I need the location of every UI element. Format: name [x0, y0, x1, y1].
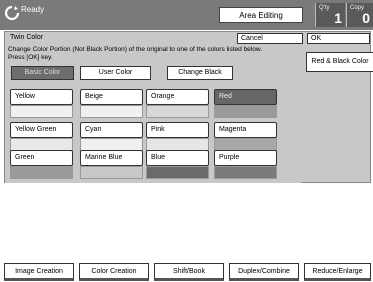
panel-title: Twin Color: [10, 34, 44, 41]
change-black-button[interactable]: Change Black: [167, 66, 233, 80]
color-swatch: [80, 105, 143, 118]
color-option-pink[interactable]: Pink: [146, 122, 209, 152]
quantity-counter: Q'ty 1: [315, 3, 345, 27]
instruction-line-2: Press [OK] key.: [8, 54, 53, 61]
color-option-marine-blue[interactable]: Marine Blue: [80, 150, 143, 180]
color-swatch: [214, 105, 277, 118]
quantity-label: Q'ty: [319, 5, 330, 11]
color-swatch: [10, 105, 73, 118]
color-swatch: [10, 166, 73, 179]
color-option-orange[interactable]: Orange: [146, 89, 209, 119]
ready-status-icon: [4, 5, 20, 21]
color-button[interactable]: Beige: [80, 89, 143, 105]
red-black-color-button[interactable]: Red & Black Color: [306, 52, 373, 72]
tab-color-creation[interactable]: Color Creation: [79, 263, 149, 281]
twin-color-panel: Twin Color Cancel OK Change Color Portio…: [4, 31, 373, 183]
basic-color-tab[interactable]: Basic Color: [11, 66, 74, 80]
color-option-purple[interactable]: Purple: [214, 150, 277, 180]
color-swatch: [214, 166, 277, 179]
color-option-cyan[interactable]: Cyan: [80, 122, 143, 152]
status-text: Ready: [21, 5, 45, 14]
color-button[interactable]: Purple: [214, 150, 277, 166]
ok-button[interactable]: OK: [307, 33, 370, 44]
color-button[interactable]: Pink: [146, 122, 209, 138]
color-button[interactable]: Magenta: [214, 122, 277, 138]
color-option-yellow[interactable]: Yellow: [10, 89, 73, 119]
color-option-green[interactable]: Green: [10, 150, 73, 180]
color-swatch: [146, 105, 209, 118]
panel-content: Change Color Portion (Not Black Portion)…: [5, 44, 301, 183]
color-option-yellow-green[interactable]: Yellow Green: [10, 122, 73, 152]
instruction-text: Change Color Portion (Not Black Portion)…: [8, 46, 308, 62]
status-bar: Ready Area Editing Q'ty 1 Copy 0: [0, 0, 373, 30]
color-button[interactable]: Red: [214, 89, 277, 105]
color-swatch: [146, 166, 209, 179]
color-button[interactable]: Yellow: [10, 89, 73, 105]
color-button[interactable]: Marine Blue: [80, 150, 143, 166]
instruction-line-1: Change Color Portion (Not Black Portion)…: [8, 46, 262, 53]
color-button[interactable]: Blue: [146, 150, 209, 166]
color-option-magenta[interactable]: Magenta: [214, 122, 277, 152]
copy-counter: Copy 0: [346, 3, 373, 27]
color-option-beige[interactable]: Beige: [80, 89, 143, 119]
area-editing-button[interactable]: Area Editing: [219, 7, 303, 23]
tab-duplex-combine[interactable]: Duplex/Combine: [229, 263, 299, 281]
copy-value: 0: [362, 10, 370, 26]
color-option-red[interactable]: Red: [214, 89, 277, 119]
color-swatch: [80, 166, 143, 179]
color-option-blue[interactable]: Blue: [146, 150, 209, 180]
color-row-3: Green Marine Blue Blue Purple: [5, 150, 305, 190]
color-button[interactable]: Cyan: [80, 122, 143, 138]
user-color-tab[interactable]: User Color: [80, 66, 151, 80]
color-button[interactable]: Yellow Green: [10, 122, 73, 138]
tab-image-creation[interactable]: Image Creation: [4, 263, 74, 281]
tab-reduce-enlarge[interactable]: Reduce/Enlarge: [304, 263, 371, 281]
color-button[interactable]: Orange: [146, 89, 209, 105]
tab-shift-book[interactable]: Shift/Book: [154, 263, 224, 281]
color-button[interactable]: Green: [10, 150, 73, 166]
quantity-value: 1: [334, 10, 342, 26]
function-tabs-bar: Image Creation Color Creation Shift/Book…: [0, 263, 373, 282]
cancel-button[interactable]: Cancel: [237, 33, 303, 44]
